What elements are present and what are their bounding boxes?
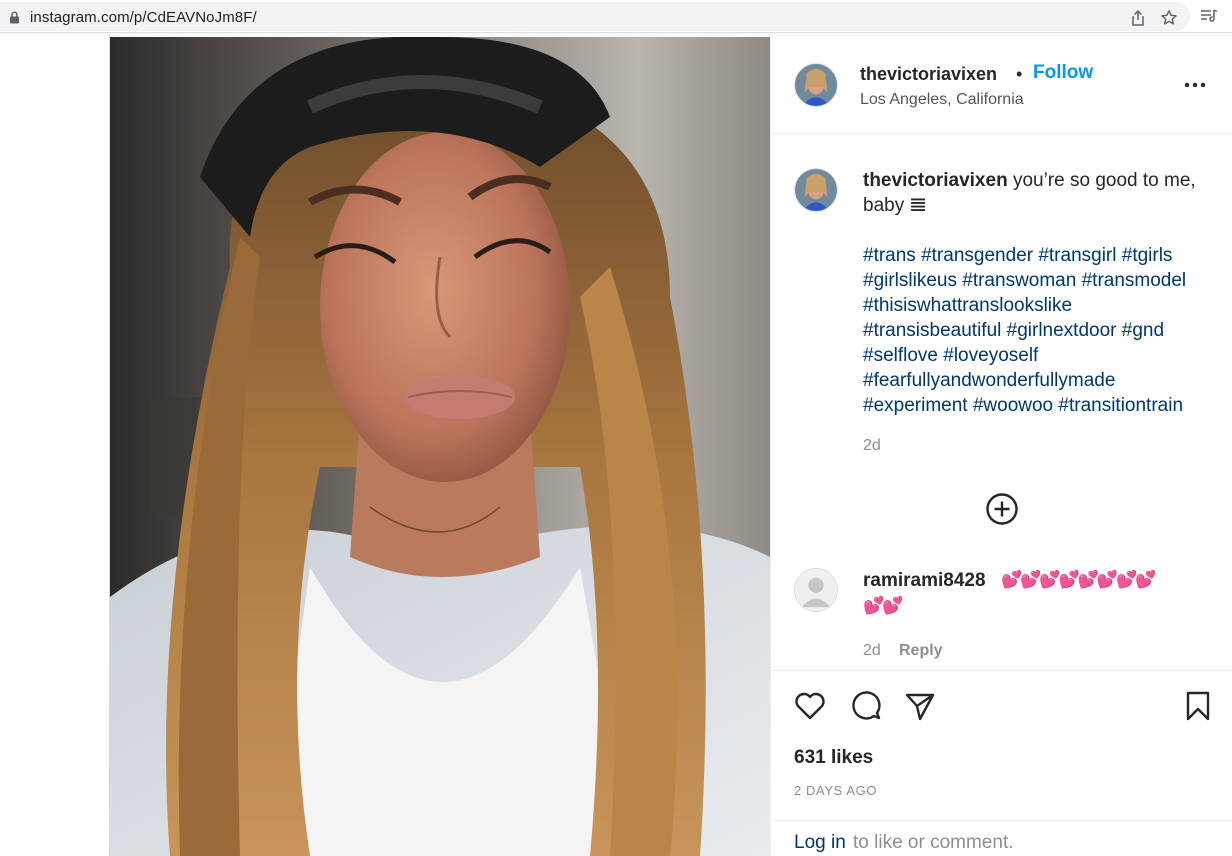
- hashtag-line[interactable]: #selflove #loveyoself: [863, 343, 1223, 368]
- post-details-panel: thevictoriavixen • Follow Los Angeles, C…: [770, 37, 1232, 856]
- star-icon[interactable]: [1159, 8, 1179, 28]
- caption-username[interactable]: thevictoriavixen: [863, 170, 1008, 191]
- lock-icon[interactable]: [9, 11, 20, 24]
- hashtag-line[interactable]: #girlslikeus #transwoman #transmodel: [863, 268, 1223, 293]
- heart-icon[interactable]: [793, 689, 827, 723]
- more-options-icon[interactable]: [1183, 75, 1207, 95]
- post-date[interactable]: 2 DAYS AGO: [794, 783, 877, 798]
- post-photo[interactable]: [110, 37, 770, 856]
- post-location[interactable]: Los Angeles, California: [860, 91, 1024, 109]
- comment-text: 💕💕💕💕💕💕💕💕: [1001, 570, 1156, 589]
- like-count[interactable]: 631 likes: [794, 747, 873, 769]
- author-username[interactable]: thevictoriavixen: [860, 64, 997, 85]
- comment-icon[interactable]: [849, 689, 883, 723]
- hashtag-line[interactable]: #transisbeautiful #girlnextdoor #gnd: [863, 318, 1223, 343]
- commenter-username[interactable]: ramirami8428: [863, 570, 986, 592]
- plus-circle-icon[interactable]: [985, 492, 1019, 526]
- page-gutter: [0, 34, 110, 856]
- share-icon[interactable]: [1128, 8, 1148, 28]
- bookmark-icon[interactable]: [1181, 689, 1215, 723]
- hashtag-line[interactable]: #fearfullyandwonderfullymade: [863, 368, 1223, 393]
- browser-toolbar: instagram.com/p/CdEAVNoJm8F/: [0, 0, 1232, 33]
- hashtag-line[interactable]: #experiment #woowoo #transitiontrain: [863, 393, 1223, 418]
- follow-button[interactable]: Follow: [1033, 62, 1093, 84]
- url-text[interactable]: instagram.com/p/CdEAVNoJm8F/: [30, 9, 257, 26]
- comment-timestamp[interactable]: 2d: [863, 642, 881, 660]
- separator-dot: •: [1016, 64, 1023, 84]
- post-caption: thevictoriavixen you’re so good to me, b…: [863, 168, 1223, 218]
- address-bar[interactable]: instagram.com/p/CdEAVNoJm8F/: [0, 2, 1190, 31]
- hashtag-line[interactable]: #thisiswhattranslookslike: [863, 293, 1223, 318]
- reading-list-icon[interactable]: [1199, 6, 1219, 26]
- hashtag-list: #trans #transgender #transgirl #tgirls #…: [863, 243, 1223, 418]
- commenter-avatar[interactable]: [794, 568, 838, 612]
- hashtag-line[interactable]: #trans #transgender #transgirl #tgirls: [863, 243, 1223, 268]
- author-avatar[interactable]: [794, 63, 838, 107]
- paper-plane-icon[interactable]: [903, 689, 937, 723]
- comment-text-continued: 💕💕: [863, 596, 903, 615]
- post-header: thevictoriavixen • Follow Los Angeles, C…: [771, 37, 1232, 134]
- caption-avatar[interactable]: [794, 168, 838, 212]
- caption-timestamp[interactable]: 2d: [863, 437, 881, 455]
- login-link[interactable]: Log in: [794, 832, 846, 854]
- login-prompt-text: to like or comment.: [853, 832, 1014, 853]
- reply-button[interactable]: Reply: [899, 642, 943, 660]
